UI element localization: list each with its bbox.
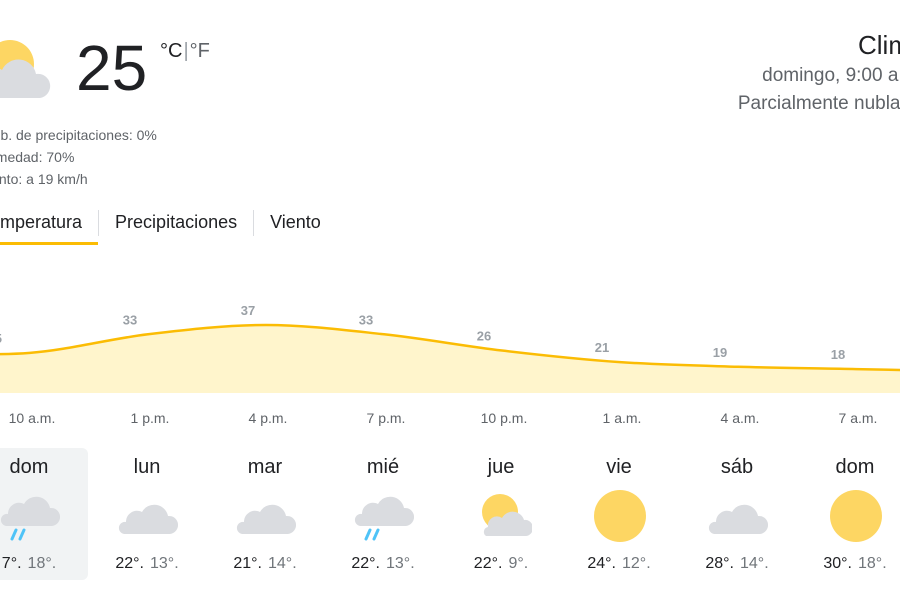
- day-name: dom: [835, 456, 875, 478]
- weather-condition: Parcialmente nublac: [737, 93, 900, 114]
- low-temperature: 12°.: [622, 555, 651, 572]
- day-temperatures: 21°. 14°.: [206, 555, 324, 573]
- hour-label: 10 a.m.: [8, 410, 56, 426]
- sun-icon: [590, 490, 650, 542]
- day-name: jue: [487, 456, 515, 478]
- high-temperature: 22°.: [115, 555, 144, 572]
- high-temperature: 30°.: [823, 555, 852, 572]
- low-temperature: 14°.: [268, 555, 297, 572]
- day-name: vie: [606, 456, 632, 478]
- low-temperature: 13°.: [150, 555, 179, 572]
- forecast-day[interactable]: dom 7°. 18°.: [0, 448, 88, 580]
- forecast-day[interactable]: vie 24°. 12°.: [560, 448, 678, 580]
- current-temperature: 25: [76, 32, 148, 104]
- partly-cloudy-icon: [0, 38, 62, 104]
- low-temperature: 14°.: [740, 555, 769, 572]
- high-temperature: 22°.: [351, 555, 380, 572]
- humidity: umedad: 70%: [0, 149, 75, 165]
- day-name: mié: [366, 456, 400, 478]
- tab-temperature[interactable]: mperatura: [0, 208, 99, 245]
- low-temperature: 9°.: [508, 555, 529, 572]
- hour-label: 7 a.m.: [838, 410, 878, 426]
- celsius-unit[interactable]: °C: [160, 40, 182, 62]
- temperature-label: 19: [713, 345, 727, 360]
- partly-cloudy-icon: [472, 490, 534, 542]
- day-temperatures: 24°. 12°.: [560, 555, 678, 573]
- rain-cloud-icon: [0, 490, 61, 542]
- weather-title: Clim: [858, 30, 900, 60]
- day-temperatures: 22°. 13°.: [88, 555, 206, 573]
- forecast-day[interactable]: jue 22°. 9°.: [442, 448, 560, 580]
- day-name: lun: [133, 456, 161, 478]
- rain-cloud-icon: [354, 490, 415, 542]
- cloud-icon: [708, 490, 769, 542]
- chart-tabs: mperatura Precipitaciones Viento: [0, 208, 337, 248]
- high-temperature: 7°.: [1, 555, 22, 572]
- day-temperatures: 7°. 18°.: [0, 555, 88, 573]
- day-temperatures: 30°. 18°.: [796, 555, 900, 573]
- forecast-day[interactable]: sáb 28°. 14°.: [678, 448, 796, 580]
- hour-label: 10 p.m.: [480, 410, 528, 426]
- cloud-icon: [118, 490, 179, 542]
- temperature-label: 37: [241, 303, 255, 318]
- high-temperature: 24°.: [587, 555, 616, 572]
- high-temperature: 21°.: [233, 555, 262, 572]
- forecast-day[interactable]: lun 22°. 13°.: [88, 448, 206, 580]
- day-temperatures: 22°. 9°.: [442, 555, 560, 573]
- low-temperature: 18°.: [858, 555, 887, 572]
- tab-precipitation[interactable]: Precipitaciones: [99, 208, 253, 243]
- forecast-day[interactable]: dom 30°. 18°.: [796, 448, 900, 580]
- wind-speed: iento: a 19 km/h: [0, 171, 88, 187]
- day-name: mar: [247, 456, 283, 478]
- temperature-label: 21: [595, 340, 609, 355]
- high-temperature: 22°.: [473, 555, 503, 572]
- hour-label: 4 a.m.: [720, 410, 760, 426]
- hour-axis: 10 a.m. 1 p.m. 4 p.m. 7 p.m. 10 p.m. 1 a.m. 4 …: [0, 410, 900, 434]
- temperature-chart: 5 33 37 33 26 21 19 18: [0, 303, 900, 393]
- low-temperature: 18°.: [27, 555, 57, 572]
- hour-label: 1 p.m.: [130, 410, 170, 426]
- hour-label: 4 p.m.: [248, 410, 288, 426]
- hour-label: 1 a.m.: [602, 410, 642, 426]
- hour-label: 7 p.m.: [366, 410, 406, 426]
- unit-separator: |: [183, 40, 189, 62]
- forecast-day[interactable]: mié 22°. 13°.: [324, 448, 442, 580]
- low-temperature: 13°.: [386, 555, 415, 572]
- temperature-label: 26: [477, 329, 491, 344]
- forecast-day[interactable]: mar 21°. 14°.: [206, 448, 324, 580]
- temperature-label: 18: [831, 347, 845, 362]
- sun-icon: [826, 490, 886, 542]
- location-header: Clim domingo, 9:00 a.r Parcialmente nubl…: [738, 28, 900, 118]
- temperature-label: 5: [0, 331, 2, 346]
- date-time: domingo, 9:00 a.r: [762, 65, 900, 86]
- temperature-label: 33: [359, 312, 373, 327]
- tab-wind[interactable]: Viento: [254, 208, 337, 243]
- weather-details: rob. de precipitaciones: 0% umedad: 70% …: [0, 124, 157, 190]
- high-temperature: 28°.: [705, 555, 734, 572]
- temperature-label: 33: [123, 312, 137, 327]
- day-name: dom: [9, 456, 49, 478]
- day-name: sáb: [720, 456, 754, 478]
- unit-toggle: °C|°F: [160, 40, 210, 63]
- cloud-icon: [236, 490, 297, 542]
- daily-forecast: dom 7°. 18°. lun 22°. 13°. mar 21°. 14°. mié 22°. 1…: [0, 448, 900, 580]
- precipitation-probability: rob. de precipitaciones: 0%: [0, 127, 157, 143]
- fahrenheit-unit[interactable]: °F: [190, 40, 210, 62]
- day-temperatures: 28°. 14°.: [678, 555, 796, 573]
- day-temperatures: 22°. 13°.: [324, 555, 442, 573]
